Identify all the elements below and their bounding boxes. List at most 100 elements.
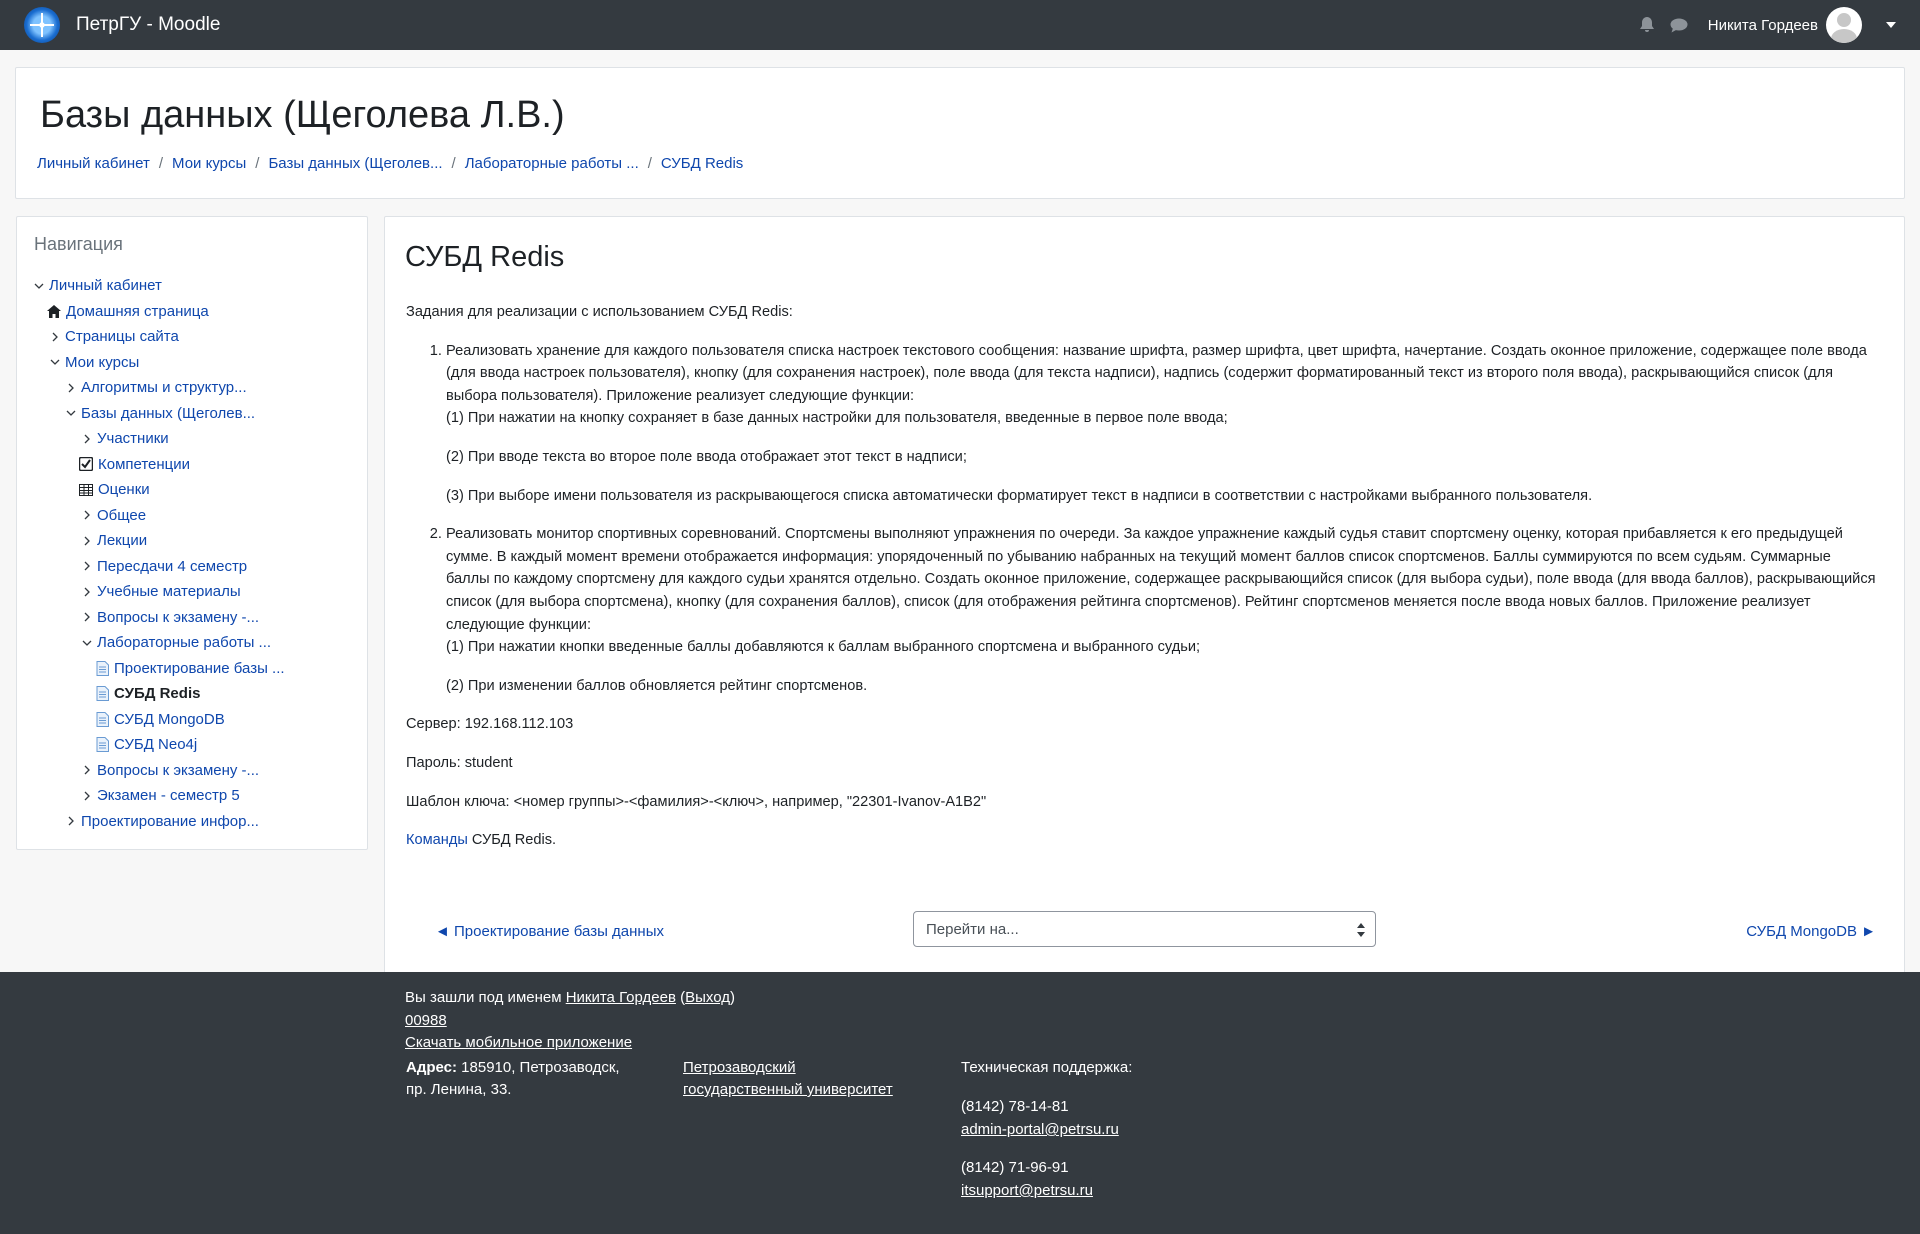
nav-tree-item-label[interactable]: Домашняя страница: [66, 303, 209, 320]
nav-tree-item-label[interactable]: Вопросы к экзамену -...: [97, 609, 259, 626]
moodle-logo[interactable]: [24, 7, 60, 43]
nav-tree-item-label[interactable]: Участники: [97, 430, 169, 447]
breadcrumb-section[interactable]: Лабораторные работы ...: [465, 155, 639, 172]
nav-tree-item[interactable]: Проектирование базы ...: [17, 656, 367, 682]
nav-tree-item-label[interactable]: Вопросы к экзамену -...: [97, 762, 259, 779]
breadcrumb-my-courses[interactable]: Мои курсы: [172, 155, 246, 172]
chevron-down-icon[interactable]: [80, 636, 94, 650]
chevron-down-icon[interactable]: [32, 279, 46, 293]
nav-tree-item-label[interactable]: Экзамен - семестр 5: [97, 787, 240, 804]
user-avatar[interactable]: [1826, 7, 1862, 43]
university-link[interactable]: Петрозаводский государственный университ…: [683, 1059, 893, 1098]
chevron-right-icon[interactable]: [64, 381, 78, 395]
navbar-user-area: Никита Гордеев: [1638, 7, 1896, 43]
checkbox-icon: [78, 456, 94, 472]
nav-tree-item[interactable]: СУБД Neo4j: [17, 732, 367, 758]
nav-tree-item[interactable]: СУБД MongoDB: [17, 707, 367, 733]
task-description: Реализовать монитор спортивных соревнова…: [446, 526, 1876, 633]
nav-tree-item[interactable]: Учебные материалы: [17, 579, 367, 605]
nav-tree-item-label[interactable]: Общее: [97, 507, 146, 524]
breadcrumb-course[interactable]: Базы данных (Щеголев...: [268, 155, 442, 172]
nav-tree-item[interactable]: Вопросы к экзамену -...: [17, 605, 367, 631]
next-activity-link[interactable]: СУБД MongoDB ►: [1746, 923, 1876, 940]
support-email-link[interactable]: admin-portal@petrsu.ru: [961, 1121, 1119, 1138]
breadcrumb-separator: /: [451, 155, 456, 172]
page-heading: СУБД Redis: [405, 241, 565, 273]
nav-tree-item[interactable]: Мои курсы: [17, 350, 367, 376]
nav-tree-item[interactable]: Участники: [17, 426, 367, 452]
task-list: Реализовать хранение для каждого пользов…: [406, 340, 1876, 698]
nav-tree-item-label[interactable]: Компетенции: [98, 456, 190, 473]
commands-link[interactable]: Команды: [406, 832, 468, 848]
nav-tree-item-label[interactable]: Пересдачи 4 семестр: [97, 558, 247, 575]
chevron-right-icon[interactable]: [64, 814, 78, 828]
notifications-bell-icon[interactable]: [1638, 16, 1656, 34]
nav-tree-item[interactable]: Лабораторные работы ...: [17, 630, 367, 656]
nav-tree-item-label[interactable]: Проектирование базы ...: [114, 660, 285, 677]
nav-tree-item-label[interactable]: Алгоритмы и структур...: [81, 379, 247, 396]
chevron-right-icon[interactable]: [80, 585, 94, 599]
nav-tree-item-label[interactable]: Страницы сайта: [65, 328, 179, 345]
breadcrumb-dashboard[interactable]: Личный кабинет: [37, 155, 150, 172]
chevron-down-icon[interactable]: [64, 406, 78, 420]
chevron-right-icon[interactable]: [80, 789, 94, 803]
nav-tree-item-label[interactable]: Оценки: [98, 481, 150, 498]
nav-tree-item-label[interactable]: Проектирование инфор...: [81, 813, 259, 830]
mobile-app-link[interactable]: Скачать мобильное приложение: [405, 1034, 632, 1051]
nav-tree-item[interactable]: СУБД Redis: [17, 681, 367, 707]
nav-tree-item[interactable]: Базы данных (Щеголев...: [17, 401, 367, 427]
jump-to-select[interactable]: Перейти на...: [913, 911, 1376, 947]
nav-tree-item-label[interactable]: Учебные материалы: [97, 583, 241, 600]
nav-tree-item-label[interactable]: Лекции: [97, 532, 147, 549]
nav-tree-item-label[interactable]: Лабораторные работы ...: [97, 634, 271, 651]
chevron-right-icon[interactable]: [80, 508, 94, 522]
chevron-right-icon[interactable]: [80, 534, 94, 548]
site-brand[interactable]: ПетрГУ - Moodle: [76, 14, 220, 36]
nav-tree-item[interactable]: Пересдачи 4 семестр: [17, 554, 367, 580]
commands-text: СУБД Redis.: [467, 832, 557, 849]
nav-tree-item[interactable]: Общее: [17, 503, 367, 529]
task-item: Реализовать монитор спортивных соревнова…: [446, 523, 1876, 697]
nav-tree-item[interactable]: Алгоритмы и структур...: [17, 375, 367, 401]
chevron-right-icon[interactable]: [80, 610, 94, 624]
chevron-down-icon[interactable]: [48, 355, 62, 369]
messages-bubble-icon[interactable]: [1670, 16, 1688, 34]
chevron-right-icon[interactable]: [80, 432, 94, 446]
nav-tree-item[interactable]: Вопросы к экзамену -...: [17, 758, 367, 784]
logout-link[interactable]: Выход: [685, 989, 730, 1006]
support-email-link[interactable]: itsupport@petrsu.ru: [961, 1182, 1093, 1199]
chevron-right-icon[interactable]: [80, 559, 94, 573]
profile-link[interactable]: Никита Гордеев: [566, 989, 676, 1006]
nav-tree-item-label[interactable]: СУБД Redis: [114, 685, 200, 702]
nav-tree-item[interactable]: Личный кабинет: [17, 273, 367, 299]
task-functions: (1) При нажатии на кнопку сохраняет в ба…: [446, 407, 1876, 507]
nav-tree-item-label[interactable]: СУБД Neo4j: [114, 736, 197, 753]
task-function: (2) При изменении баллов обновляется рей…: [446, 677, 868, 694]
page-header: Базы данных (Щеголева Л.В.) Личный кабин…: [15, 67, 1905, 199]
navigation-title: Навигация: [34, 234, 123, 254]
footer-code-link[interactable]: 00988: [405, 1012, 447, 1029]
nav-tree-item-label[interactable]: Базы данных (Щеголев...: [81, 405, 255, 422]
nav-tree-item[interactable]: Проектирование инфор...: [17, 809, 367, 835]
nav-tree-item-label[interactable]: Мои курсы: [65, 354, 139, 371]
prev-activity-link[interactable]: ◄ Проектирование базы данных: [435, 923, 664, 940]
breadcrumb-current[interactable]: СУБД Redis: [661, 155, 743, 172]
user-menu-name[interactable]: Никита Гордеев: [1708, 17, 1818, 34]
main-region: СУБД Redis Задания для реализации с испо…: [384, 216, 1905, 976]
nav-tree-item-label[interactable]: Личный кабинет: [49, 277, 162, 294]
page-content: Задания для реализации с использованием …: [406, 301, 1876, 868]
nav-tree-item[interactable]: Домашняя страница: [17, 299, 367, 325]
page-footer: Вы зашли под именем Никита Гордеев (Выхо…: [0, 972, 1920, 1234]
user-menu-caret-icon[interactable]: [1886, 22, 1896, 28]
task-functions: (1) При нажатии кнопки введенные баллы д…: [446, 636, 1876, 697]
task-function: (2) При вводе текста во второе поле ввод…: [446, 448, 967, 465]
chevron-right-icon[interactable]: [80, 763, 94, 777]
nav-tree-item[interactable]: Страницы сайта: [17, 324, 367, 350]
nav-tree-item[interactable]: Оценки: [17, 477, 367, 503]
task-description: Реализовать хранение для каждого пользов…: [446, 342, 1867, 404]
nav-tree-item-label[interactable]: СУБД MongoDB: [114, 711, 225, 728]
nav-tree-item[interactable]: Экзамен - семестр 5: [17, 783, 367, 809]
nav-tree-item[interactable]: Лекции: [17, 528, 367, 554]
nav-tree-item[interactable]: Компетенции: [17, 452, 367, 478]
chevron-right-icon[interactable]: [48, 330, 62, 344]
